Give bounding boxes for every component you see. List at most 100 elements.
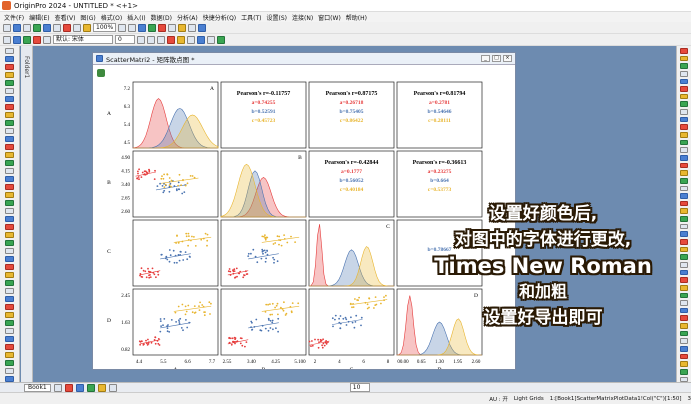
- graph-window-titlebar[interactable]: ScatterMatri2 - 矩阵散点图 * _ □ ×: [93, 53, 515, 65]
- tool-icon-33[interactable]: [5, 312, 14, 318]
- maximize-button[interactable]: □: [492, 55, 501, 62]
- sheet-tab[interactable]: Book1: [24, 383, 51, 392]
- menu-item-5[interactable]: 插入(I): [127, 13, 145, 22]
- menu-item-3[interactable]: 图(G): [80, 13, 95, 22]
- tool-icon-37[interactable]: [5, 344, 14, 350]
- menu-item-2[interactable]: 查看(V): [55, 13, 76, 22]
- tool-icon-39[interactable]: [5, 360, 14, 366]
- symbol-icon[interactable]: [207, 35, 215, 44]
- right-tool-icon-6[interactable]: [680, 93, 688, 100]
- tool-icon-34[interactable]: [5, 320, 14, 326]
- plot-pie-icon[interactable]: [97, 383, 106, 392]
- print-icon[interactable]: [73, 23, 81, 32]
- messages-icon[interactable]: [188, 23, 197, 32]
- menu-item-8[interactable]: 快捷分析(Q): [203, 13, 236, 22]
- tool-icon-21[interactable]: [5, 216, 14, 222]
- right-tool-icon-38[interactable]: [680, 338, 688, 344]
- tool-icon-8[interactable]: [5, 112, 14, 118]
- right-tool-icon-1[interactable]: [680, 55, 688, 62]
- zoom-out-icon[interactable]: [128, 23, 137, 32]
- font-select[interactable]: 默认: 宋体: [53, 35, 113, 44]
- tool-icon-36[interactable]: [5, 336, 14, 342]
- right-tool-icon-17[interactable]: [680, 177, 688, 184]
- tool-icon-1[interactable]: [5, 56, 14, 62]
- matrix-icon[interactable]: [53, 23, 61, 32]
- menu-item-13[interactable]: 帮助(H): [346, 13, 367, 22]
- plot-bar-icon[interactable]: [75, 383, 84, 392]
- line-style-icon[interactable]: [187, 35, 195, 44]
- menu-item-12[interactable]: 窗口(W): [318, 13, 341, 22]
- tool-icon-35[interactable]: [5, 328, 14, 334]
- tool-icon-14[interactable]: [5, 160, 14, 166]
- tool-icon-11[interactable]: [5, 136, 14, 142]
- plot-area-icon[interactable]: [86, 383, 95, 392]
- right-tool-icon-5[interactable]: [680, 86, 688, 92]
- tool-icon-27[interactable]: [5, 264, 14, 270]
- right-tool-icon-42[interactable]: [680, 368, 688, 375]
- tool-icon-20[interactable]: [5, 208, 14, 214]
- tool-icon-28[interactable]: [5, 272, 14, 278]
- right-tool-icon-9[interactable]: [680, 116, 688, 123]
- code-builder-icon[interactable]: [148, 23, 157, 32]
- tool-icon-9[interactable]: [5, 120, 14, 126]
- tool-icon-18[interactable]: [5, 192, 14, 198]
- add-layer-icon[interactable]: [23, 35, 31, 44]
- right-tool-icon-4[interactable]: [680, 78, 688, 85]
- app-center-icon[interactable]: [158, 23, 167, 32]
- tool-icon-6[interactable]: [5, 96, 14, 102]
- right-tool-icon-19[interactable]: [680, 193, 688, 199]
- right-tool-icon-37[interactable]: [680, 330, 688, 337]
- tool-icon-30[interactable]: [5, 288, 14, 294]
- help-icon[interactable]: [198, 23, 207, 32]
- project-explorer-icon[interactable]: [178, 23, 187, 32]
- tool-icon-17[interactable]: [5, 184, 14, 190]
- right-tool-icon-2[interactable]: [680, 63, 688, 69]
- tool-icon-10[interactable]: [5, 128, 14, 134]
- result-log-icon[interactable]: [168, 23, 177, 32]
- right-tool-icon-8[interactable]: [680, 109, 688, 115]
- tool-icon-2[interactable]: [5, 64, 14, 70]
- right-tool-icon-3[interactable]: [680, 70, 688, 77]
- axis-icon[interactable]: [43, 35, 51, 44]
- menu-item-6[interactable]: 数据(D): [151, 13, 172, 22]
- bold-icon[interactable]: [137, 35, 145, 44]
- menu-item-9[interactable]: 工具(T): [241, 13, 261, 22]
- tool-icon-40[interactable]: [5, 368, 14, 374]
- tool-icon-29[interactable]: [5, 280, 14, 286]
- tool-icon-31[interactable]: [5, 296, 14, 302]
- font-color-icon[interactable]: [167, 35, 175, 44]
- tool-icon-0[interactable]: [5, 48, 14, 54]
- italic-icon[interactable]: [147, 35, 155, 44]
- tool-icon-15[interactable]: [5, 168, 14, 174]
- plot-3d-icon[interactable]: [108, 383, 117, 392]
- tool-icon-3[interactable]: [5, 72, 14, 78]
- tool-icon-38[interactable]: [5, 352, 14, 358]
- tool-icon-16[interactable]: [5, 176, 14, 182]
- menu-item-1[interactable]: 编辑(E): [29, 13, 49, 22]
- tool-icon-4[interactable]: [5, 80, 14, 86]
- open-icon[interactable]: [13, 23, 21, 32]
- zoom-select[interactable]: 100%: [93, 23, 117, 32]
- plot-icon[interactable]: [64, 383, 73, 392]
- menu-item-0[interactable]: 文件(F): [4, 13, 24, 22]
- worksheet-icon[interactable]: [33, 23, 41, 32]
- right-tool-icon-13[interactable]: [680, 147, 688, 153]
- tool-icon-7[interactable]: [5, 104, 14, 110]
- tool-icon-5[interactable]: [5, 88, 14, 94]
- add-sheet-icon[interactable]: [53, 383, 62, 392]
- new-project-icon[interactable]: [3, 23, 11, 32]
- right-tool-icon-10[interactable]: [680, 124, 688, 131]
- fill-color-icon[interactable]: [177, 35, 185, 44]
- import-icon[interactable]: [63, 23, 71, 32]
- right-tool-icon-15[interactable]: [680, 162, 688, 169]
- pattern-icon[interactable]: [217, 35, 225, 44]
- rescale-icon[interactable]: [13, 35, 21, 44]
- legend-icon[interactable]: [33, 35, 41, 44]
- page-select[interactable]: 10: [349, 383, 370, 392]
- minimize-button[interactable]: _: [481, 55, 490, 62]
- tool-icon-25[interactable]: [5, 248, 14, 254]
- right-tool-icon-7[interactable]: [680, 101, 688, 108]
- right-tool-icon-14[interactable]: [680, 154, 688, 161]
- line-color-icon[interactable]: [197, 35, 205, 44]
- right-tool-icon-11[interactable]: [680, 132, 688, 138]
